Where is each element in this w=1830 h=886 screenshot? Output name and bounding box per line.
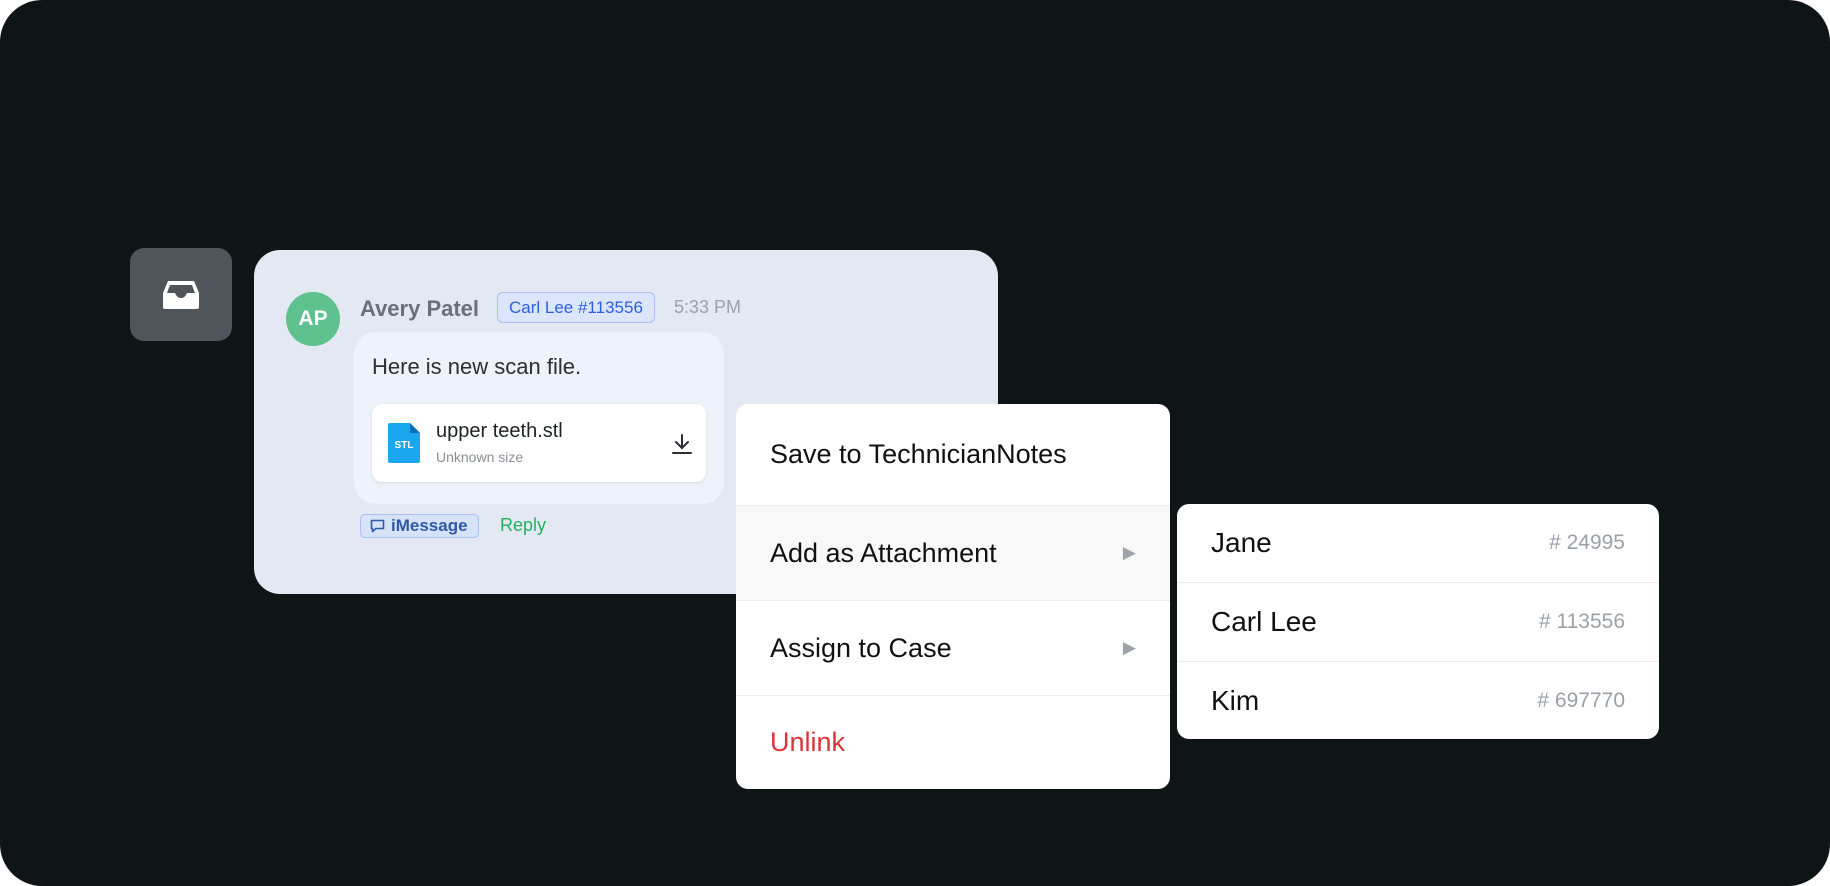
- case-item-carl-lee[interactable]: Carl Lee # 113556: [1177, 582, 1659, 660]
- menu-item-label: Add as Attachment: [770, 537, 997, 568]
- case-name: Jane: [1211, 527, 1272, 558]
- avatar: AP: [286, 292, 340, 346]
- menu-item-label: Save to TechnicianNotes: [770, 439, 1067, 469]
- file-name: upper teeth.stl: [436, 420, 563, 442]
- chat-bubble-icon: [370, 519, 385, 533]
- case-number: # 697770: [1537, 688, 1625, 712]
- message-bubble: Here is new scan file. STL upper teeth.s…: [354, 332, 724, 504]
- attachment-card[interactable]: STL upper teeth.stl Unknown size: [372, 404, 706, 482]
- inbox-button[interactable]: [130, 248, 232, 341]
- reply-link[interactable]: Reply: [500, 515, 546, 536]
- menu-item-add-attachment[interactable]: Add as Attachment ▶: [736, 505, 1170, 600]
- canvas: AP Avery Patel Carl Lee #113556 5:33 PM …: [0, 0, 1830, 886]
- stl-file-icon: STL: [388, 423, 420, 463]
- channel-label: iMessage: [391, 516, 468, 535]
- file-type-label: STL: [395, 440, 414, 451]
- menu-item-label: Assign to Case: [770, 632, 952, 663]
- inbox-tray-icon: [163, 280, 199, 309]
- menu-item-label: Unlink: [770, 727, 846, 757]
- case-number: # 24995: [1549, 531, 1625, 554]
- case-item-kim[interactable]: Kim # 697770: [1177, 661, 1659, 739]
- context-menu: Save to TechnicianNotes Add as Attachmen…: [736, 404, 1170, 789]
- menu-item-unlink[interactable]: Unlink: [736, 695, 1170, 789]
- channel-badge: iMessage: [360, 514, 479, 538]
- case-name: Carl Lee: [1211, 605, 1317, 637]
- case-item-jane[interactable]: Jane # 24995: [1177, 504, 1659, 582]
- submenu-arrow-icon: ▶: [1122, 638, 1136, 657]
- download-icon[interactable]: [670, 432, 694, 456]
- sender-name: Avery Patel: [360, 296, 480, 321]
- submenu-arrow-icon: ▶: [1122, 543, 1136, 562]
- menu-item-assign-to-case[interactable]: Assign to Case ▶: [736, 600, 1170, 695]
- message-text: Here is new scan file.: [372, 354, 582, 379]
- message-time: 5:33 PM: [674, 297, 742, 317]
- file-size: Unknown size: [436, 449, 524, 465]
- case-submenu: Jane # 24995 Carl Lee # 113556 Kim # 697…: [1177, 504, 1659, 739]
- case-tag[interactable]: Carl Lee #113556: [497, 292, 655, 323]
- case-name: Kim: [1211, 684, 1260, 716]
- case-number: # 113556: [1538, 609, 1625, 633]
- menu-item-save-to-notes[interactable]: Save to TechnicianNotes: [736, 404, 1170, 505]
